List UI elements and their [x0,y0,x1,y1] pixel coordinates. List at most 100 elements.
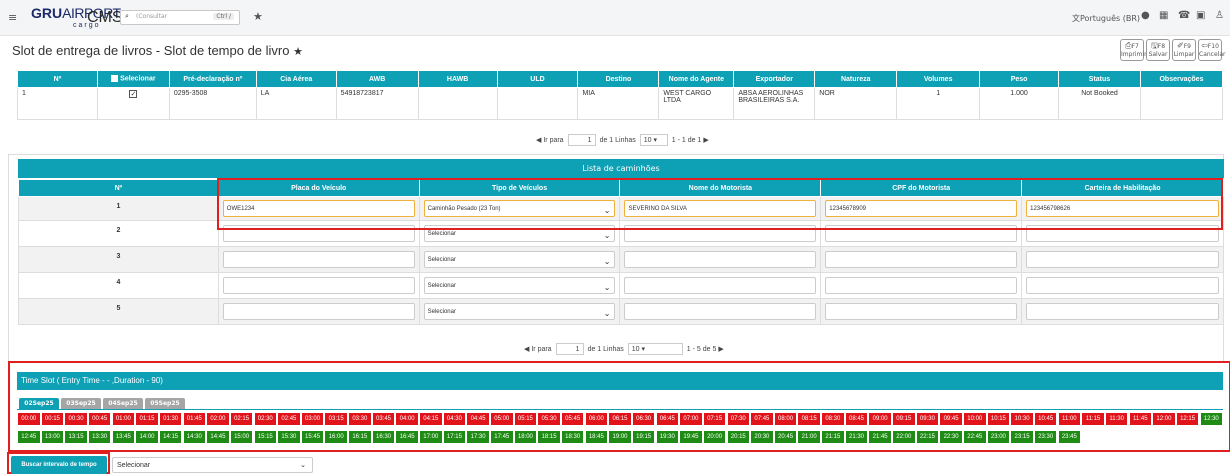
row-checkbox[interactable]: ✓ [96,87,170,120]
time-slot[interactable]: 04:15 [420,413,442,425]
time-slot[interactable]: 09:15 [893,413,915,425]
search-interval-button[interactable]: Buscar intervalo de tempo [11,456,107,474]
time-slot[interactable]: 03:15 [325,413,347,425]
time-slot[interactable]: 13:45 [112,431,135,443]
time-slot[interactable]: 23:45 [1058,431,1081,443]
date-tab[interactable]: 04Sep25 [103,398,143,409]
time-slot[interactable]: 15:00 [230,431,253,443]
time-slot[interactable]: 19:30 [656,431,679,443]
plate-input[interactable] [222,303,415,320]
prev-page-icon[interactable]: ◀ [524,346,529,353]
time-slot[interactable]: 15:45 [301,431,324,443]
driver-name-input[interactable] [624,277,817,294]
time-slot[interactable]: 06:00 [585,413,608,425]
time-slot[interactable]: 06:15 [609,413,631,425]
time-slot[interactable]: 13:30 [88,431,111,443]
time-slot[interactable]: 03:00 [301,413,324,425]
star-icon[interactable]: ★ [253,10,263,23]
driver-cpf-input[interactable] [825,303,1018,320]
time-slot[interactable]: 19:00 [609,431,631,443]
time-slot[interactable]: 17:15 [443,431,466,443]
time-slot[interactable]: 11:15 [1082,413,1104,425]
time-slot[interactable]: 16:15 [349,431,371,443]
save-button[interactable]: 🖫F8 Salvar [1146,39,1170,61]
time-slot[interactable]: 21:30 [845,431,868,443]
time-slot[interactable]: 05:45 [561,413,584,425]
vehicle-type-select[interactable]: Selecionar ⌄ [423,303,616,320]
rows-select[interactable]: 10 ▾ [639,134,668,146]
driver-cpf-input[interactable] [825,277,1018,294]
time-slot[interactable]: 20:15 [727,431,749,443]
driver-name-input[interactable] [624,303,817,320]
driver-license-input[interactable] [1026,277,1219,294]
time-slot[interactable]: 14:00 [136,431,158,443]
time-slot[interactable]: 18:45 [585,431,608,443]
time-slot[interactable]: 05:30 [538,413,560,425]
time-slot[interactable]: 20:30 [751,431,773,443]
time-slot[interactable]: 23:00 [987,431,1010,443]
time-slot[interactable]: 07:15 [703,413,726,425]
time-slot[interactable]: 00:15 [41,413,64,425]
time-slot[interactable]: 00:30 [65,413,87,425]
time-slot[interactable]: 06:45 [656,413,679,425]
time-slot[interactable]: 00:00 [18,413,40,425]
page-input[interactable]: 1 [555,343,584,355]
time-slot[interactable]: 08:30 [822,413,844,425]
search-input[interactable]: ⌕ (Consultar Ctrl / [120,10,240,25]
time-slot[interactable]: 12:15 [1176,413,1199,425]
time-slot[interactable]: 04:00 [396,413,418,425]
vehicle-type-select[interactable]: Selecionar ⌄ [423,277,616,294]
time-slot[interactable]: 17:30 [467,431,489,443]
time-slot[interactable]: 10:15 [987,413,1010,425]
cancel-button[interactable]: ⇦F10 Cancelar [1198,39,1225,61]
time-slot[interactable]: 17:45 [491,431,513,443]
time-slot[interactable]: 18:15 [538,431,560,443]
time-slot[interactable]: 01:30 [159,413,182,425]
time-slot[interactable]: 11:00 [1058,413,1081,425]
print-button[interactable]: ⎙F7 Imprimir [1120,39,1147,61]
time-slot[interactable]: 19:15 [632,431,655,443]
time-slot[interactable]: 12:00 [1153,413,1175,425]
driver-license-input[interactable] [1026,303,1219,320]
time-slot[interactable]: 01:00 [112,413,135,425]
driver-cpf-input[interactable] [825,251,1018,268]
time-slot[interactable]: 05:15 [514,413,537,425]
driver-name-input[interactable] [624,251,817,268]
date-tab[interactable]: 05Sep25 [145,398,185,409]
time-slot[interactable]: 08:15 [798,413,820,425]
time-slot[interactable]: 07:30 [727,413,749,425]
time-slot[interactable]: 12:45 [18,431,40,443]
time-slot[interactable]: 02:45 [278,413,300,425]
time-slot[interactable]: 00:45 [88,413,111,425]
table-row[interactable]: 1 ✓ 0295-3508 LA 54918723817 MIA WEST CA… [17,87,1224,120]
time-slot[interactable]: 14:15 [159,431,182,443]
favorite-star-icon[interactable]: ★ [293,46,303,58]
time-slot[interactable]: 16:00 [325,431,347,443]
time-slot[interactable]: 14:30 [183,431,206,443]
prev-page-icon[interactable]: ◀ [536,137,541,144]
time-slot[interactable]: 21:15 [822,431,844,443]
time-slot[interactable]: 13:15 [65,431,87,443]
time-slot[interactable]: 01:15 [136,413,158,425]
time-slot[interactable]: 06:30 [632,413,655,425]
notification-icon[interactable]: ● [1141,10,1150,21]
time-slot[interactable]: 02:30 [254,413,276,425]
clear-button[interactable]: ✐F9 Limpar [1172,39,1196,61]
time-slot[interactable]: 19:45 [680,431,702,443]
time-slot[interactable]: 04:45 [467,413,489,425]
time-slot[interactable]: 08:45 [845,413,868,425]
next-page-icon[interactable]: ▶ [703,137,708,144]
time-slot[interactable]: 22:45 [964,431,986,443]
time-slot[interactable]: 09:30 [916,413,939,425]
time-slot[interactable]: 20:00 [703,431,726,443]
date-tab[interactable]: 03Sep25 [61,398,101,409]
time-slot[interactable]: 15:15 [254,431,276,443]
time-slot[interactable]: 10:00 [964,413,986,425]
time-slot[interactable]: 02:15 [230,413,253,425]
user-icon[interactable]: ♙ [1215,10,1224,21]
time-slot[interactable]: 02:00 [207,413,229,425]
time-slot[interactable]: 17:00 [420,431,442,443]
time-slot[interactable]: 10:45 [1034,413,1057,425]
time-slot[interactable]: 20:45 [774,431,797,443]
date-tab[interactable]: 02Sep25 [19,398,59,409]
